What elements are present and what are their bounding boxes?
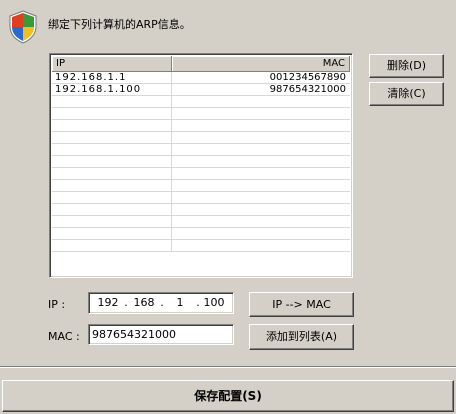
table-row[interactable]: [52, 144, 350, 156]
table-row[interactable]: [52, 192, 350, 204]
cell-ip: 192.168.1.1: [52, 72, 172, 84]
table-row[interactable]: [52, 132, 350, 144]
cell-mac: 987654321000: [269, 84, 346, 95]
cell-mac: [172, 240, 352, 252]
ip-octet-2[interactable]: 168: [131, 296, 157, 310]
mac-input-value: 987654321000: [92, 328, 176, 341]
table-row[interactable]: 192.168.1.100 987654321000: [52, 84, 350, 96]
cell-mac: [172, 168, 352, 180]
cell-mac: [172, 192, 352, 204]
save-config-button[interactable]: 保存配置(S): [2, 380, 454, 412]
table-row[interactable]: [52, 228, 350, 240]
ip-to-mac-button[interactable]: IP --> MAC: [249, 292, 354, 317]
cell-mac: 001234567890: [269, 72, 346, 83]
cell-ip: [52, 108, 172, 120]
separator: [0, 366, 456, 368]
ip-address-field[interactable]: 192 . 168 . 1 . 100: [88, 292, 234, 314]
table-body: 192.168.1.1 001234567890 192.168.1.100 9876…: [52, 72, 350, 275]
cell-ip: [52, 228, 172, 240]
delete-button[interactable]: 删除(D): [369, 54, 444, 78]
arp-table[interactable]: IP MAC 192.168.1.1 001234567890 192.168.1.…: [49, 53, 353, 278]
cell-mac: [172, 132, 352, 144]
cell-ip: 192.168.1.100: [52, 84, 172, 96]
cell-ip: [52, 168, 172, 180]
ip-octet-1[interactable]: 192: [95, 296, 121, 310]
ip-dot: .: [124, 296, 128, 309]
cell-ip: [52, 156, 172, 168]
table-row[interactable]: [52, 216, 350, 228]
cell-ip: [52, 144, 172, 156]
ip-label: IP :: [48, 298, 66, 311]
ip-dot: .: [160, 296, 164, 309]
column-header-mac[interactable]: MAC: [172, 56, 350, 71]
ip-octet-4[interactable]: 100: [201, 296, 227, 310]
cell-mac: [172, 180, 352, 192]
table-header: IP MAC: [52, 56, 350, 72]
mac-input[interactable]: 987654321000: [88, 324, 234, 345]
cell-mac: [172, 156, 352, 168]
cell-ip: [52, 96, 172, 108]
table-row[interactable]: [52, 240, 350, 252]
cell-mac: [172, 228, 352, 240]
cell-ip: [52, 180, 172, 192]
shield-icon: [9, 10, 37, 44]
mac-label: MAC :: [48, 330, 80, 343]
table-row[interactable]: [52, 180, 350, 192]
add-to-list-button[interactable]: 添加到列表(A): [249, 324, 354, 350]
cell-ip: [52, 240, 172, 252]
cell-mac: [172, 120, 352, 132]
cell-mac: [172, 96, 352, 108]
table-row[interactable]: [52, 204, 350, 216]
table-row[interactable]: [52, 96, 350, 108]
table-row[interactable]: [52, 168, 350, 180]
cell-ip: [52, 204, 172, 216]
table-row[interactable]: [52, 156, 350, 168]
cell-mac: [172, 216, 352, 228]
column-header-ip[interactable]: IP: [52, 56, 172, 71]
ip-octet-3[interactable]: 1: [167, 296, 193, 310]
cell-mac: [172, 144, 352, 156]
cell-ip: [52, 216, 172, 228]
header: 绑定下列计算机的ARP信息。: [0, 0, 456, 50]
table-row[interactable]: [52, 120, 350, 132]
cell-mac: [172, 204, 352, 216]
clear-button[interactable]: 清除(C): [369, 82, 444, 106]
cell-ip: [52, 132, 172, 144]
header-text: 绑定下列计算机的ARP信息。: [48, 18, 191, 31]
cell-ip: [52, 120, 172, 132]
cell-ip: [52, 192, 172, 204]
table-row[interactable]: 192.168.1.1 001234567890: [52, 72, 350, 84]
cell-mac: [172, 108, 352, 120]
table-row[interactable]: [52, 108, 350, 120]
